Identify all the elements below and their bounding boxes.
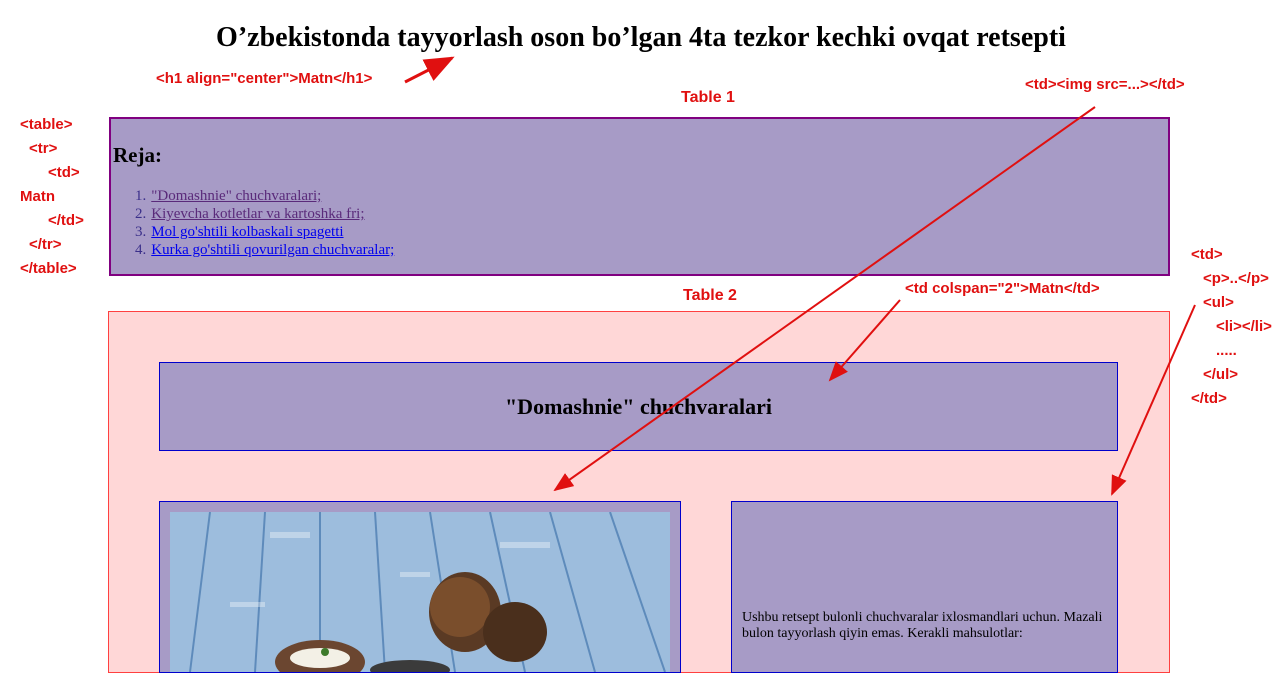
arrow-colspan <box>828 299 901 382</box>
arrow-td-list <box>1111 304 1196 496</box>
arrow-h1 <box>404 56 455 84</box>
annotation-arrows <box>404 56 1196 496</box>
arrow-img <box>553 106 1096 492</box>
